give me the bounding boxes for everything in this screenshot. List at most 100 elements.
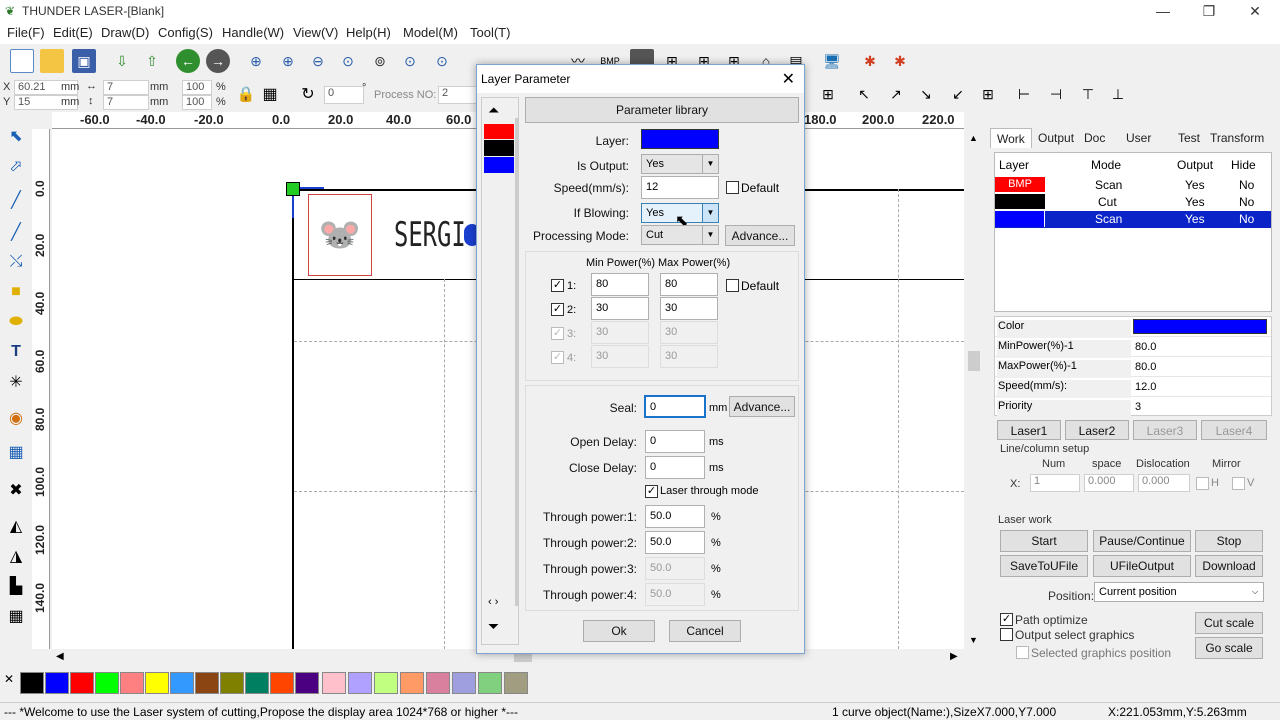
color-swatch[interactable] — [270, 672, 294, 694]
strip-down-icon[interactable]: ⏷ — [488, 618, 499, 635]
path-optimize-checkbox[interactable]: ✓ — [1000, 613, 1013, 626]
zoom-select-icon[interactable]: ⊙ — [398, 49, 422, 73]
max-power4-input[interactable]: 30 — [660, 345, 718, 368]
menu-draw[interactable]: Draw(D) — [101, 25, 149, 40]
mirror-h-icon[interactable]: ◭ — [4, 514, 28, 538]
power4-checkbox[interactable]: ✓ — [551, 351, 564, 364]
save-to-ufile-button[interactable]: SaveToUFile — [1000, 555, 1088, 577]
align-top-icon[interactable]: ⊤ — [1076, 82, 1100, 106]
scroll-thumb[interactable] — [968, 351, 980, 371]
zoom-pan-icon[interactable]: ⊕ — [244, 49, 268, 73]
align-right-icon[interactable]: ⊣ — [1044, 82, 1068, 106]
menu-config[interactable]: Config(S) — [158, 25, 213, 40]
tab-work[interactable]: Work — [990, 128, 1032, 148]
undo-icon[interactable]: ← — [176, 49, 200, 73]
open-folder-icon[interactable] — [40, 49, 64, 73]
table-row[interactable]: Cut Yes No — [995, 194, 1271, 211]
vertical-scrollbar[interactable]: ▲ ▼ — [966, 129, 982, 649]
layer-color-button[interactable] — [641, 129, 719, 149]
h-pct-field[interactable]: 100 — [182, 95, 212, 110]
rotate-field[interactable]: 0 — [324, 86, 364, 104]
align-mid-icon[interactable]: ⊞ — [976, 82, 1000, 106]
laser1-button[interactable]: Laser1 — [997, 420, 1061, 440]
scroll-up-icon[interactable]: ▲ — [969, 133, 978, 143]
prop-value[interactable]: 80.0 — [1135, 361, 1156, 373]
power-default-checkbox[interactable] — [726, 279, 739, 292]
table-row[interactable]: BMP Scan Yes No — [995, 177, 1271, 194]
color-swatch[interactable] — [374, 672, 398, 694]
delete-tool-icon[interactable]: ✖ — [4, 478, 28, 502]
dialog-close-icon[interactable]: ✕ — [782, 69, 795, 89]
menu-handle[interactable]: Handle(W) — [222, 25, 284, 40]
tab-output[interactable]: Output — [1032, 128, 1080, 148]
min-power4-input[interactable]: 30 — [591, 345, 649, 368]
table-row[interactable]: Scan Yes No — [995, 211, 1271, 228]
close-delay-input[interactable]: 0 — [645, 456, 705, 479]
tab-transform[interactable]: Transform — [1204, 128, 1270, 148]
scroll-right-icon[interactable]: ▶ — [950, 651, 958, 662]
zoom-fit-icon[interactable]: ⊙ — [336, 49, 360, 73]
mirror-v-checkbox[interactable] — [1232, 477, 1245, 490]
color-swatch[interactable] — [478, 672, 502, 694]
seal-advance-button[interactable]: Advance... — [729, 396, 795, 417]
minimize-icon[interactable]: — — [1140, 0, 1186, 22]
align-br-icon[interactable]: ↘ — [914, 82, 938, 106]
open-delay-input[interactable]: 0 — [645, 430, 705, 453]
canvas-text[interactable]: SERGI — [394, 215, 466, 255]
power3-checkbox[interactable]: ✓ — [551, 327, 564, 340]
zoom-all-icon[interactable]: ⊙ — [430, 49, 454, 73]
position-select[interactable]: Current position ⌵ — [1094, 582, 1264, 602]
color-swatch[interactable] — [170, 672, 194, 694]
align-center-icon[interactable]: ⊞ — [816, 82, 840, 106]
power1-checkbox[interactable]: ✓ — [551, 279, 564, 292]
dislocation-field[interactable]: 0.000 — [1138, 474, 1190, 492]
through-power2-input[interactable]: 50.0 — [645, 531, 705, 554]
max-power3-input[interactable]: 30 — [660, 321, 718, 344]
laser-through-checkbox[interactable]: ✓ — [645, 485, 658, 498]
color-swatch[interactable] — [322, 672, 346, 694]
settings-a-icon[interactable]: ✱ — [858, 49, 882, 73]
menu-help[interactable]: Help(H) — [346, 25, 391, 40]
pikachu-image[interactable]: 🐭 — [308, 194, 372, 276]
speed-input[interactable]: 12 — [641, 176, 719, 199]
scroll-down-icon[interactable]: ▼ — [969, 635, 978, 645]
rect-tool-icon[interactable]: ■ — [4, 280, 28, 304]
prop-value[interactable]: 12.0 — [1135, 381, 1156, 393]
align-tl-icon[interactable]: ↖ — [852, 82, 876, 106]
max-power1-input[interactable]: 80 — [660, 273, 718, 296]
is-output-select[interactable]: Yes ▼ — [641, 154, 719, 174]
menu-file[interactable]: File(F) — [7, 25, 45, 40]
min-power2-input[interactable]: 30 — [591, 297, 649, 320]
pause-continue-button[interactable]: Pause/Continue — [1093, 530, 1191, 552]
prop-color-value[interactable] — [1133, 319, 1267, 334]
ok-button[interactable]: Ok — [583, 620, 655, 642]
color-swatch[interactable] — [400, 672, 424, 694]
redo-icon[interactable]: → — [206, 49, 230, 73]
color-swatch[interactable] — [195, 672, 219, 694]
export-icon[interactable]: ⇧ — [140, 49, 164, 73]
menu-tool[interactable]: Tool(T) — [470, 25, 510, 40]
cut-scale-button[interactable]: Cut scale — [1195, 612, 1263, 634]
start-button[interactable]: Start — [1000, 530, 1088, 552]
processing-mode-select[interactable]: Cut ▼ — [641, 225, 719, 245]
download-button[interactable]: Download — [1195, 555, 1263, 577]
image-tool-icon[interactable]: ◉ — [4, 406, 28, 430]
point-tool-icon[interactable]: ✳ — [4, 370, 28, 394]
curve-tool-icon[interactable]: ⤯ — [4, 250, 28, 274]
maximize-icon[interactable]: ❐ — [1186, 0, 1232, 22]
grid-tool-icon[interactable]: ▦ — [4, 604, 28, 628]
parameter-library-button[interactable]: Parameter library — [525, 97, 799, 123]
tab-doc[interactable]: Doc — [1078, 128, 1111, 148]
through-power1-input[interactable]: 50.0 — [645, 505, 705, 528]
node-tool-icon[interactable]: ⬀ — [4, 154, 28, 178]
text-tool-icon[interactable]: T — [4, 340, 28, 364]
seal-input[interactable]: 0 — [644, 395, 706, 418]
mode-advance-button[interactable]: Advance... — [725, 225, 795, 246]
color-swatch[interactable] — [504, 672, 528, 694]
origin-handle[interactable] — [286, 182, 300, 196]
align-bl-icon[interactable]: ↙ — [946, 82, 970, 106]
speed-default-checkbox[interactable] — [726, 181, 739, 194]
menu-model[interactable]: Model(M) — [403, 25, 458, 40]
zoom-page-icon[interactable]: ⊚ — [368, 49, 392, 73]
color-swatch[interactable] — [426, 672, 450, 694]
